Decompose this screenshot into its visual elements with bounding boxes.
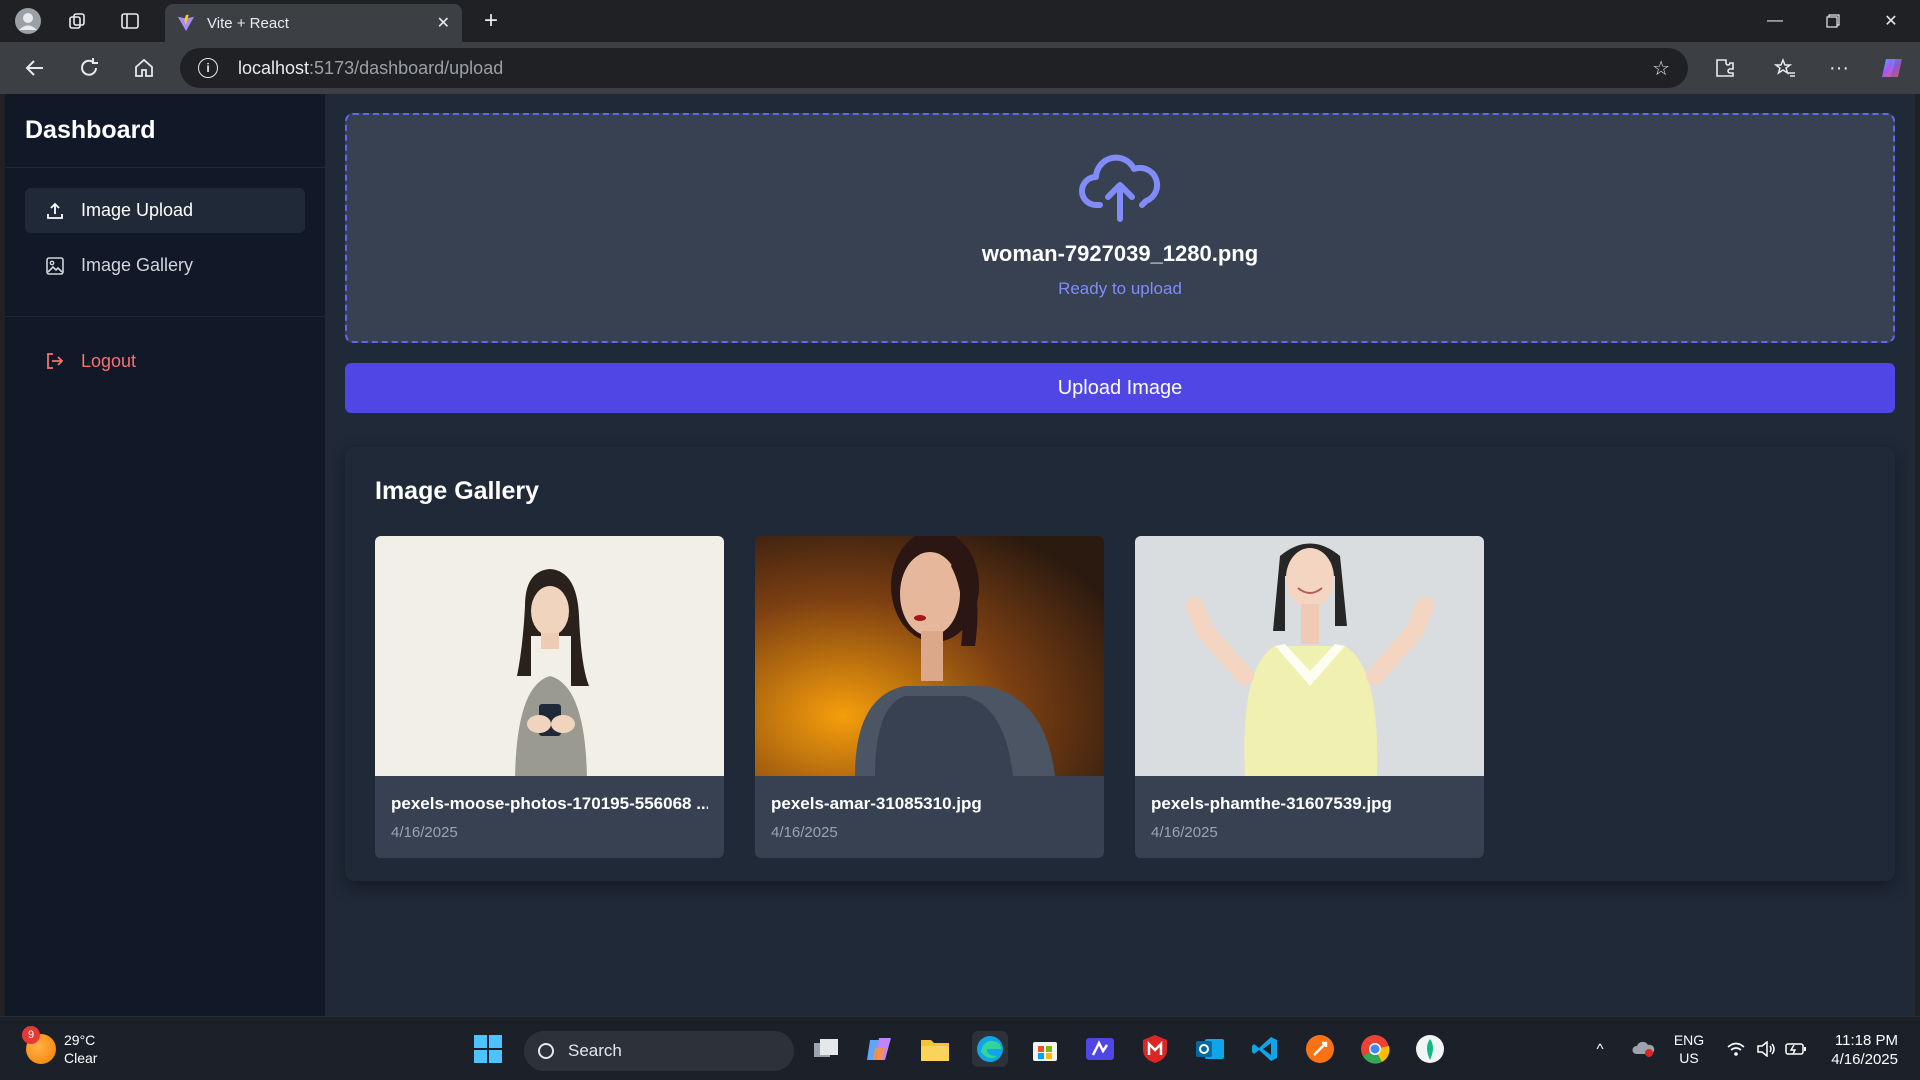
file-explorer-icon[interactable] bbox=[917, 1031, 953, 1067]
restore-button[interactable] bbox=[1804, 0, 1862, 42]
upload-dropzone[interactable]: woman-7927039_1280.png Ready to upload bbox=[345, 113, 1895, 343]
show-hidden-icons[interactable]: ^ bbox=[1584, 1017, 1616, 1080]
weather-badge: 9 bbox=[22, 1026, 40, 1044]
gallery-title: Image Gallery bbox=[375, 477, 539, 505]
minimize-button[interactable]: — bbox=[1746, 0, 1804, 42]
gallery-thumbnail bbox=[755, 536, 1104, 776]
home-button[interactable] bbox=[117, 42, 171, 94]
search-icon bbox=[538, 1043, 554, 1059]
wifi-icon[interactable] bbox=[1722, 1017, 1750, 1080]
sidebar-item-label: Image Gallery bbox=[81, 255, 194, 275]
main-content: woman-7927039_1280.png Ready to upload U… bbox=[325, 94, 1915, 1016]
url-path: :5173/dashboard/upload bbox=[309, 57, 504, 78]
lang-bottom: US bbox=[1679, 1050, 1699, 1066]
onedrive-icon[interactable] bbox=[1626, 1017, 1660, 1080]
image-file-name: pexels-phamthe-31607539.jpg bbox=[1151, 794, 1392, 813]
microsoft-store-icon[interactable] bbox=[1027, 1031, 1063, 1067]
back-button[interactable] bbox=[8, 42, 62, 94]
selected-file-name: woman-7927039_1280.png bbox=[981, 241, 1259, 266]
gallery-card[interactable]: pexels-amar-31085310.jpg 4/16/2025 bbox=[755, 536, 1104, 858]
image-gallery-section: Image Gallery pexels-moose-photos-170195… bbox=[345, 447, 1895, 881]
more-menu-icon[interactable]: ··· bbox=[1812, 42, 1866, 94]
task-view-icon[interactable] bbox=[808, 1031, 844, 1067]
gallery-card[interactable]: pexels-moose-photos-170195-556068 ... 4/… bbox=[375, 536, 724, 858]
mcafee-icon[interactable] bbox=[1137, 1031, 1173, 1067]
logout-button[interactable]: Logout bbox=[25, 341, 305, 381]
weather-temp: 29°C bbox=[64, 1032, 96, 1048]
close-window-button[interactable]: ✕ bbox=[1862, 0, 1920, 42]
gallery-thumbnail bbox=[1135, 536, 1484, 776]
tab-title: Vite + React bbox=[207, 14, 289, 32]
vscode-icon[interactable] bbox=[1247, 1031, 1283, 1067]
start-button[interactable] bbox=[470, 1031, 506, 1067]
tab-close-icon[interactable]: ✕ bbox=[437, 13, 450, 33]
image-file-name: pexels-moose-photos-170195-556068 ... bbox=[391, 794, 708, 813]
lang-top: ENG bbox=[1673, 1032, 1705, 1048]
sidebar-item-image-upload[interactable]: Image Upload bbox=[25, 188, 305, 233]
image-date: 4/16/2025 bbox=[1151, 824, 1218, 841]
clock-time: 11:18 PM bbox=[1834, 1032, 1898, 1049]
sidebar: Dashboard Image Upload Image Gallery Log… bbox=[5, 94, 325, 1016]
mongodb-compass-icon[interactable] bbox=[1412, 1031, 1448, 1067]
sidebar-item-image-gallery[interactable]: Image Gallery bbox=[25, 243, 305, 288]
favorite-star-icon[interactable]: ☆ bbox=[1652, 56, 1670, 81]
weather-condition: Clear bbox=[64, 1050, 98, 1066]
weather-widget[interactable]: 9 29°C Clear bbox=[22, 1026, 98, 1067]
image-date: 4/16/2025 bbox=[771, 824, 838, 841]
image-date: 4/16/2025 bbox=[391, 824, 458, 841]
cloud-upload-icon bbox=[1079, 154, 1161, 222]
site-info-icon[interactable]: i bbox=[198, 58, 218, 78]
edge-browser-icon[interactable] bbox=[972, 1031, 1008, 1067]
battery-icon[interactable] bbox=[1782, 1017, 1810, 1080]
extensions-icon[interactable] bbox=[1698, 42, 1752, 94]
clock-date: 4/16/2025 bbox=[1831, 1051, 1898, 1068]
upload-image-button[interactable]: Upload Image bbox=[345, 363, 1895, 413]
app-window: Dashboard Image Upload Image Gallery Log… bbox=[5, 94, 1915, 1016]
taskbar-search-label: Search bbox=[568, 1041, 622, 1060]
url-host: localhost bbox=[238, 57, 310, 78]
volume-icon[interactable] bbox=[1752, 1017, 1780, 1080]
copilot-icon[interactable] bbox=[1866, 42, 1920, 94]
gallery-grid: pexels-moose-photos-170195-556068 ... 4/… bbox=[375, 536, 1865, 858]
profile-icon[interactable] bbox=[7, 0, 49, 42]
upload-icon bbox=[47, 202, 63, 219]
taskbar-clock[interactable]: 11:18 PM 4/16/2025 bbox=[1831, 1031, 1898, 1069]
image-file-name: pexels-amar-31085310.jpg bbox=[771, 794, 982, 813]
sidebar-menu: Image Upload Image Gallery bbox=[5, 168, 325, 317]
taskbar-search[interactable]: Search bbox=[524, 1031, 794, 1071]
vite-favicon-icon bbox=[177, 14, 195, 32]
whiteboard-icon[interactable] bbox=[1082, 1031, 1118, 1067]
gallery-card[interactable]: pexels-phamthe-31607539.jpg 4/16/2025 bbox=[1135, 536, 1484, 858]
browser-tab-bar: Vite + React ✕ + — ✕ bbox=[0, 0, 1920, 42]
tab-vite-react[interactable]: Vite + React ✕ bbox=[165, 4, 462, 42]
postman-icon[interactable] bbox=[1302, 1031, 1338, 1067]
favorites-icon[interactable] bbox=[1758, 42, 1812, 94]
logout-icon bbox=[47, 353, 64, 369]
windows-taskbar: 9 29°C Clear Search ^ ENG US 11:18 PM 4/… bbox=[0, 1016, 1920, 1080]
address-bar[interactable]: i localhost:5173/dashboard/upload ☆ bbox=[180, 48, 1688, 88]
language-indicator[interactable]: ENG US bbox=[1668, 1017, 1710, 1080]
workspaces-icon[interactable] bbox=[56, 0, 98, 42]
outlook-icon[interactable] bbox=[1192, 1031, 1228, 1067]
new-tab-button[interactable]: + bbox=[476, 6, 506, 36]
weather-sun-icon: 9 bbox=[22, 1026, 56, 1064]
copilot-app-icon[interactable] bbox=[862, 1031, 898, 1067]
image-icon bbox=[46, 256, 64, 275]
tab-actions-icon[interactable] bbox=[109, 0, 151, 42]
gallery-thumbnail bbox=[375, 536, 724, 776]
logout-label: Logout bbox=[81, 350, 137, 371]
upload-status: Ready to upload bbox=[1058, 279, 1182, 298]
sidebar-item-label: Image Upload bbox=[81, 200, 194, 220]
reload-button[interactable] bbox=[62, 42, 116, 94]
chrome-icon[interactable] bbox=[1357, 1031, 1393, 1067]
sidebar-brand: Dashboard bbox=[5, 94, 325, 168]
